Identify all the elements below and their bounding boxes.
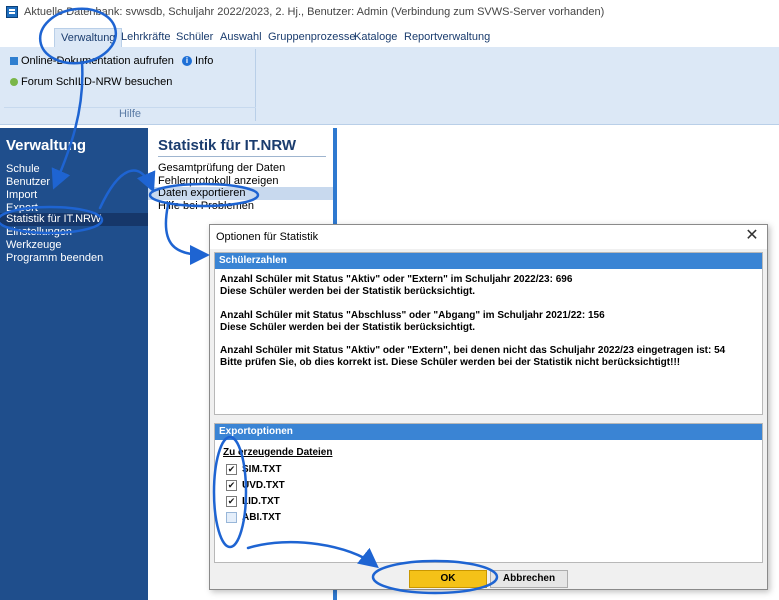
files-label: Zu erzeugende Dateien (223, 447, 333, 458)
tab-reportverwaltung[interactable]: Reportverwaltung (398, 29, 496, 47)
info-label: Info (195, 55, 214, 67)
cancel-button[interactable]: Abbrechen (490, 570, 568, 588)
info-icon: i (182, 56, 192, 66)
nav-item-schule[interactable]: Schule (0, 163, 148, 176)
sub-item-hilfe-probleme[interactable]: Hilfe bei Problemen (148, 200, 333, 213)
schuelerzahlen-line: Diese Schüler werden bei der Statistik b… (220, 322, 476, 333)
tab-verwaltung[interactable]: Verwaltung (54, 28, 123, 48)
tab-schueler[interactable]: Schüler (170, 29, 219, 47)
sub-item-daten-exportieren[interactable]: Daten exportieren (148, 187, 333, 200)
file-option-uvd[interactable]: UVD.TXT (226, 479, 285, 492)
checkbox-lid[interactable] (226, 496, 237, 507)
menu-bar: Verwaltung Lehrkräfte Schüler Auswahl Gr… (0, 24, 779, 48)
window-title: Aktuelle Datenbank: svwsdb, Schuljahr 20… (24, 6, 605, 18)
online-doc-button[interactable]: Online-Dokumentation aufrufen (10, 55, 174, 67)
tab-kataloge[interactable]: Kataloge (348, 29, 403, 47)
nav-title: Verwaltung (6, 137, 87, 154)
app-window: Aktuelle Datenbank: svwsdb, Schuljahr 20… (0, 0, 779, 600)
file-option-sim[interactable]: SIM.TXT (226, 463, 281, 476)
schuelerzahlen-line: Anzahl Schüler mit Status "Abschluss" od… (220, 310, 605, 321)
schuelerzahlen-line: Diese Schüler werden bei der Statistik b… (220, 286, 476, 297)
info-button[interactable]: i Info (182, 55, 213, 67)
sub-item-gesamtpruefung[interactable]: Gesamtprüfung der Daten (148, 162, 333, 175)
ok-button[interactable]: OK (409, 570, 487, 588)
nav-item-statistik[interactable]: Statistik für IT.NRW (0, 213, 148, 226)
app-icon (6, 6, 18, 18)
dialog-title: Optionen für Statistik (216, 231, 319, 243)
online-doc-label: Online-Dokumentation aufrufen (21, 55, 174, 67)
file-label-lid: LID.TXT (242, 496, 280, 507)
exportoptionen-section: Exportoptionen Zu erzeugende Dateien SIM… (214, 423, 763, 563)
schuelerzahlen-heading: Schülerzahlen (215, 253, 762, 269)
schuelerzahlen-section: Schülerzahlen Anzahl Schüler mit Status … (214, 252, 763, 415)
nav-item-programm-beenden[interactable]: Programm beenden (0, 252, 148, 265)
nav-item-benutzer[interactable]: Benutzer (0, 176, 148, 189)
nav-item-werkzeuge[interactable]: Werkzeuge (0, 239, 148, 252)
statistik-options-dialog: Optionen für Statistik ✕ Schülerzahlen A… (209, 224, 768, 590)
checkbox-uvd[interactable] (226, 480, 237, 491)
file-option-lid[interactable]: LID.TXT (226, 495, 280, 508)
schuelerzahlen-line: Anzahl Schüler mit Status "Aktiv" oder "… (220, 345, 726, 356)
forum-icon (10, 78, 18, 86)
ribbon-group-label: Hilfe (4, 107, 256, 121)
sub-menu-divider (158, 156, 326, 157)
forum-button[interactable]: Forum SchILD-NRW besuchen (10, 76, 172, 88)
nav-item-einstellungen[interactable]: Einstellungen (0, 226, 148, 239)
exportoptionen-heading: Exportoptionen (215, 424, 762, 440)
nav-item-import[interactable]: Import (0, 189, 148, 202)
ribbon-group-hilfe: Online-Dokumentation aufrufen i Info For… (4, 49, 256, 121)
book-icon (10, 57, 18, 65)
sub-menu-title: Statistik für IT.NRW (158, 137, 297, 154)
dialog-title-bar: Optionen für Statistik ✕ (210, 225, 767, 249)
tab-gruppenprozesse[interactable]: Gruppenprozesse (262, 29, 361, 47)
ribbon: Online-Dokumentation aufrufen i Info For… (0, 47, 779, 125)
file-option-abi[interactable]: ABI.TXT (226, 511, 281, 524)
checkbox-abi[interactable] (226, 512, 237, 523)
file-label-sim: SIM.TXT (242, 464, 282, 475)
file-label-uvd: UVD.TXT (242, 480, 285, 491)
file-label-abi: ABI.TXT (242, 512, 281, 523)
schuelerzahlen-line: Anzahl Schüler mit Status "Aktiv" oder "… (220, 274, 573, 285)
title-bar: Aktuelle Datenbank: svwsdb, Schuljahr 20… (0, 0, 779, 24)
close-icon[interactable]: ✕ (743, 227, 761, 245)
tab-lehrkraefte[interactable]: Lehrkräfte (115, 29, 177, 47)
left-navigation: Verwaltung Schule Benutzer Import Export… (0, 128, 148, 600)
forum-label: Forum SchILD-NRW besuchen (21, 76, 173, 88)
tab-auswahl[interactable]: Auswahl (214, 29, 268, 47)
schuelerzahlen-line: Bitte prüfen Sie, ob dies korrekt ist. D… (220, 357, 681, 368)
checkbox-sim[interactable] (226, 464, 237, 475)
